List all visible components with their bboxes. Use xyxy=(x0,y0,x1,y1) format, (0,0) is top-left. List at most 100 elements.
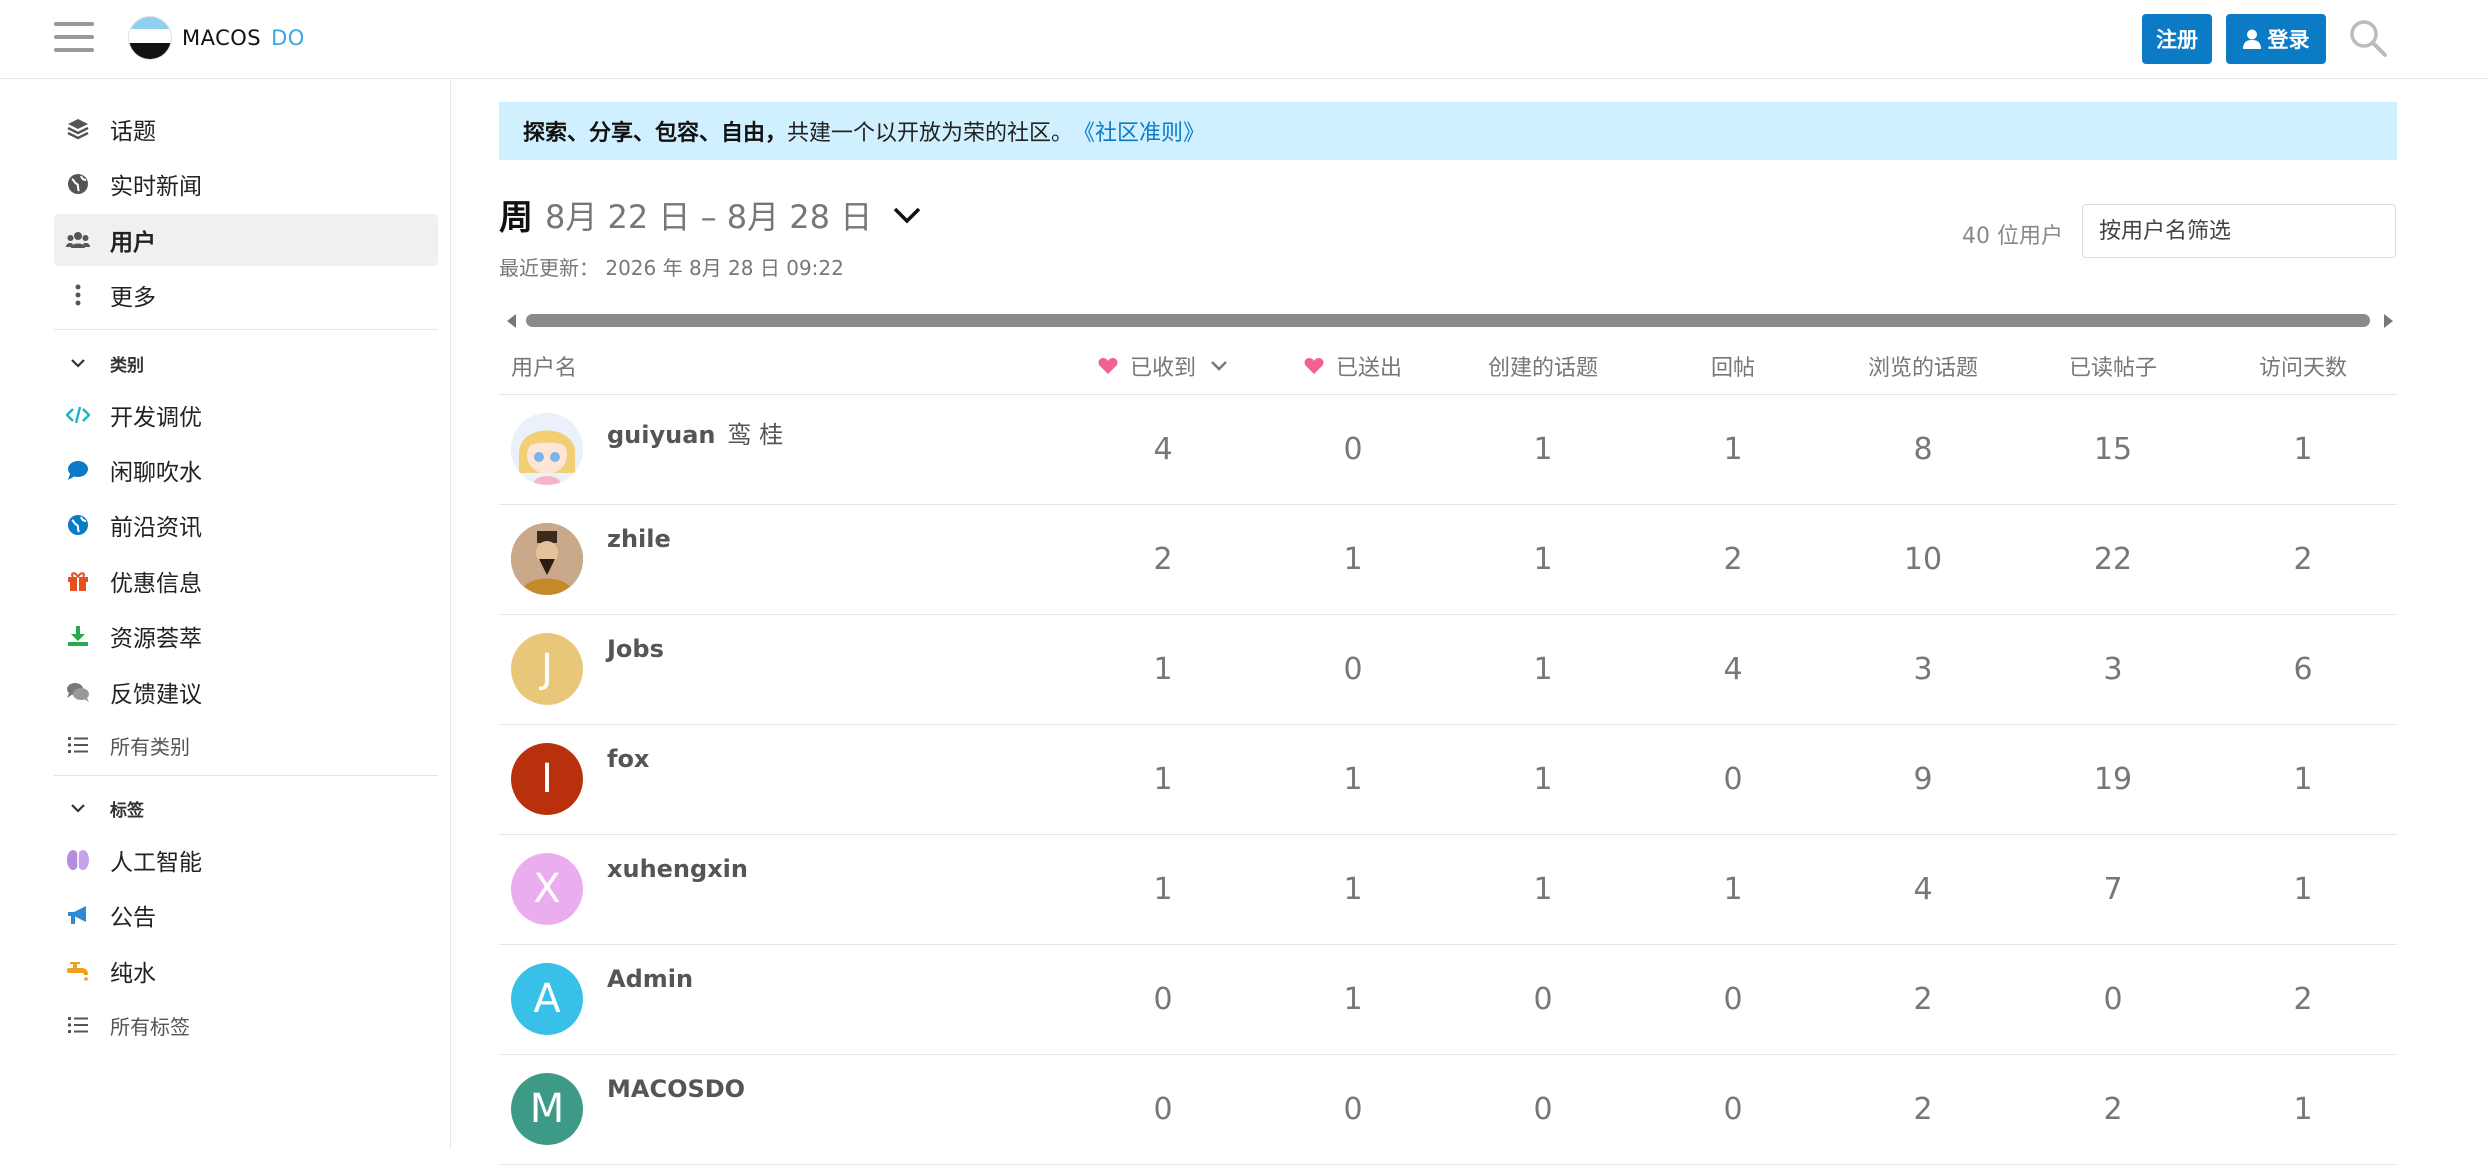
sidebar-category-resources[interactable]: 资源荟萃 xyxy=(54,610,438,662)
username[interactable]: MACOSDO xyxy=(607,1075,757,1103)
days-visited-cell: 6 xyxy=(2293,652,2313,687)
register-button[interactable]: 注册 xyxy=(2142,14,2212,64)
sidebar-all-tags[interactable]: 所有标签 xyxy=(54,999,438,1051)
username[interactable]: Jobs xyxy=(607,635,676,663)
users-icon xyxy=(66,228,90,252)
sidebar-item-topics[interactable]: 话题 xyxy=(54,103,438,155)
column-header-likes-given[interactable]: 已送出 xyxy=(1278,338,1428,394)
community-guidelines-link[interactable]: 《社区准则》 xyxy=(1073,115,1205,147)
sidebar-item-news[interactable]: 实时新闻 xyxy=(54,158,438,210)
topics-created-cell: 1 xyxy=(1533,432,1553,467)
sidebar-item-label: 优惠信息 xyxy=(110,571,202,597)
avatar[interactable] xyxy=(511,523,583,595)
replies-cell: 4 xyxy=(1723,652,1743,687)
sidebar-category-deals[interactable]: 优惠信息 xyxy=(54,555,438,607)
replies-cell: 1 xyxy=(1723,872,1743,907)
username[interactable]: fox xyxy=(607,745,661,773)
username[interactable]: guiyuan 鸾 桂 xyxy=(607,415,783,450)
replies-cell: 0 xyxy=(1723,982,1743,1017)
banner-bold-text: 探索、分享、包容、自由， xyxy=(523,121,788,146)
horizontal-scrollbar[interactable] xyxy=(499,308,2397,332)
sidebar-category-feedback[interactable]: 反馈建议 xyxy=(54,666,438,718)
sidebar-item-more[interactable]: 更多 xyxy=(54,269,438,321)
heart-icon xyxy=(1304,358,1324,374)
posts-read-cell: 7 xyxy=(2103,872,2123,907)
replies-cell: 0 xyxy=(1723,1092,1743,1127)
likes-received-cell: 0 xyxy=(1153,1092,1173,1127)
scrollbar-thumb[interactable] xyxy=(526,314,2370,327)
sidebar-category-chat[interactable]: 闲聊吹水 xyxy=(54,444,438,496)
list-icon xyxy=(66,733,90,757)
user-stats-table: 用户名 已收到 已送出 创建的话题 回帖 浏览的话题 已读帖子 访问天数 gui… xyxy=(499,338,2397,1165)
column-header-replies[interactable]: 回帖 xyxy=(1658,338,1808,394)
username[interactable]: Admin xyxy=(607,965,705,993)
username[interactable]: xuhengxin xyxy=(607,855,760,883)
avatar[interactable]: A xyxy=(511,963,583,1035)
avatar[interactable]: J xyxy=(511,633,583,705)
column-header-posts-read[interactable]: 已读帖子 xyxy=(2038,338,2188,394)
column-header-username[interactable]: 用户名 xyxy=(511,338,577,394)
sidebar-item-label: 公告 xyxy=(110,905,156,931)
table-row: A Admin 0 1 0 0 2 0 2 xyxy=(499,945,2397,1055)
column-header-days-visited[interactable]: 访问天数 xyxy=(2228,338,2378,394)
period-selector[interactable]: 周 8月 22 日 – 8月 28 日 xyxy=(499,190,922,239)
chevron-down-icon xyxy=(1211,361,1227,371)
site-header: MACOS DO 注册 登录 xyxy=(0,0,2489,79)
sidebar-category-dev[interactable]: 开发调优 xyxy=(54,389,438,441)
hamburger-menu-icon[interactable] xyxy=(54,22,94,54)
topics-viewed-cell: 10 xyxy=(1903,542,1943,577)
replies-cell: 2 xyxy=(1723,542,1743,577)
sidebar-item-label: 人工智能 xyxy=(110,850,202,876)
likes-given-cell: 1 xyxy=(1343,872,1363,907)
categories-heading[interactable]: 类别 xyxy=(54,343,144,383)
layers-icon xyxy=(66,117,90,141)
likes-received-cell: 2 xyxy=(1153,542,1173,577)
login-button[interactable]: 登录 xyxy=(2226,14,2326,64)
logo-text: MACOS DO xyxy=(182,26,305,50)
sidebar-tag-announcement[interactable]: 公告 xyxy=(54,889,438,941)
days-visited-cell: 1 xyxy=(2293,432,2313,467)
period-label: 周 xyxy=(499,198,533,238)
sidebar-tag-ai[interactable]: 人工智能 xyxy=(54,834,438,886)
likes-given-cell: 1 xyxy=(1343,982,1363,1017)
days-visited-cell: 1 xyxy=(2293,1092,2313,1127)
sidebar-tag-water[interactable]: 纯水 xyxy=(54,945,438,997)
sidebar-item-users[interactable]: 用户 xyxy=(54,214,438,266)
list-icon xyxy=(66,1013,90,1037)
topics-created-cell: 1 xyxy=(1533,652,1553,687)
download-icon xyxy=(66,624,90,648)
table-row: guiyuan 鸾 桂 4 0 1 1 8 15 1 xyxy=(499,395,2397,505)
topics-viewed-cell: 8 xyxy=(1913,432,1933,467)
sidebar-all-categories[interactable]: 所有类别 xyxy=(54,719,438,771)
avatar[interactable]: I xyxy=(511,743,583,815)
sidebar-item-label: 开发调优 xyxy=(110,405,202,431)
username-filter-input[interactable] xyxy=(2082,204,2396,258)
topics-created-cell: 1 xyxy=(1533,542,1553,577)
sidebar-item-label: 更多 xyxy=(110,285,156,311)
sidebar-item-label: 实时新闻 xyxy=(110,174,202,200)
avatar[interactable] xyxy=(511,413,583,485)
user-count: 40 位用户 xyxy=(1962,224,2063,249)
sidebar-category-frontier[interactable]: 前沿资讯 xyxy=(54,499,438,551)
column-header-likes-received[interactable]: 已收到 xyxy=(1088,338,1238,394)
scroll-right-arrow-icon[interactable] xyxy=(2384,314,2393,328)
column-header-topics-viewed[interactable]: 浏览的话题 xyxy=(1848,338,1998,394)
tags-heading[interactable]: 标签 xyxy=(54,788,144,828)
banner-text: 共建一个以开放为荣的社区。 xyxy=(787,121,1074,146)
avatar[interactable]: M xyxy=(511,1073,583,1145)
sidebar-item-label: 所有标签 xyxy=(110,1014,190,1039)
scroll-left-arrow-icon[interactable] xyxy=(507,314,516,328)
days-visited-cell: 1 xyxy=(2293,872,2313,907)
column-header-topics-created[interactable]: 创建的话题 xyxy=(1468,338,1618,394)
site-logo[interactable]: MACOS DO xyxy=(128,16,305,60)
sidebar-divider xyxy=(54,329,438,330)
topics-created-cell: 1 xyxy=(1533,872,1553,907)
table-row: J Jobs 1 0 1 4 3 3 6 xyxy=(499,615,2397,725)
topics-viewed-cell: 2 xyxy=(1913,982,1933,1017)
chevron-down-icon[interactable] xyxy=(892,205,922,225)
avatar[interactable]: X xyxy=(511,853,583,925)
search-icon[interactable] xyxy=(2348,18,2388,58)
last-updated: 最近更新： 2026 年 8月 28 日 09:22 xyxy=(499,256,844,280)
days-visited-cell: 2 xyxy=(2293,982,2313,1017)
username[interactable]: zhile xyxy=(607,525,683,553)
